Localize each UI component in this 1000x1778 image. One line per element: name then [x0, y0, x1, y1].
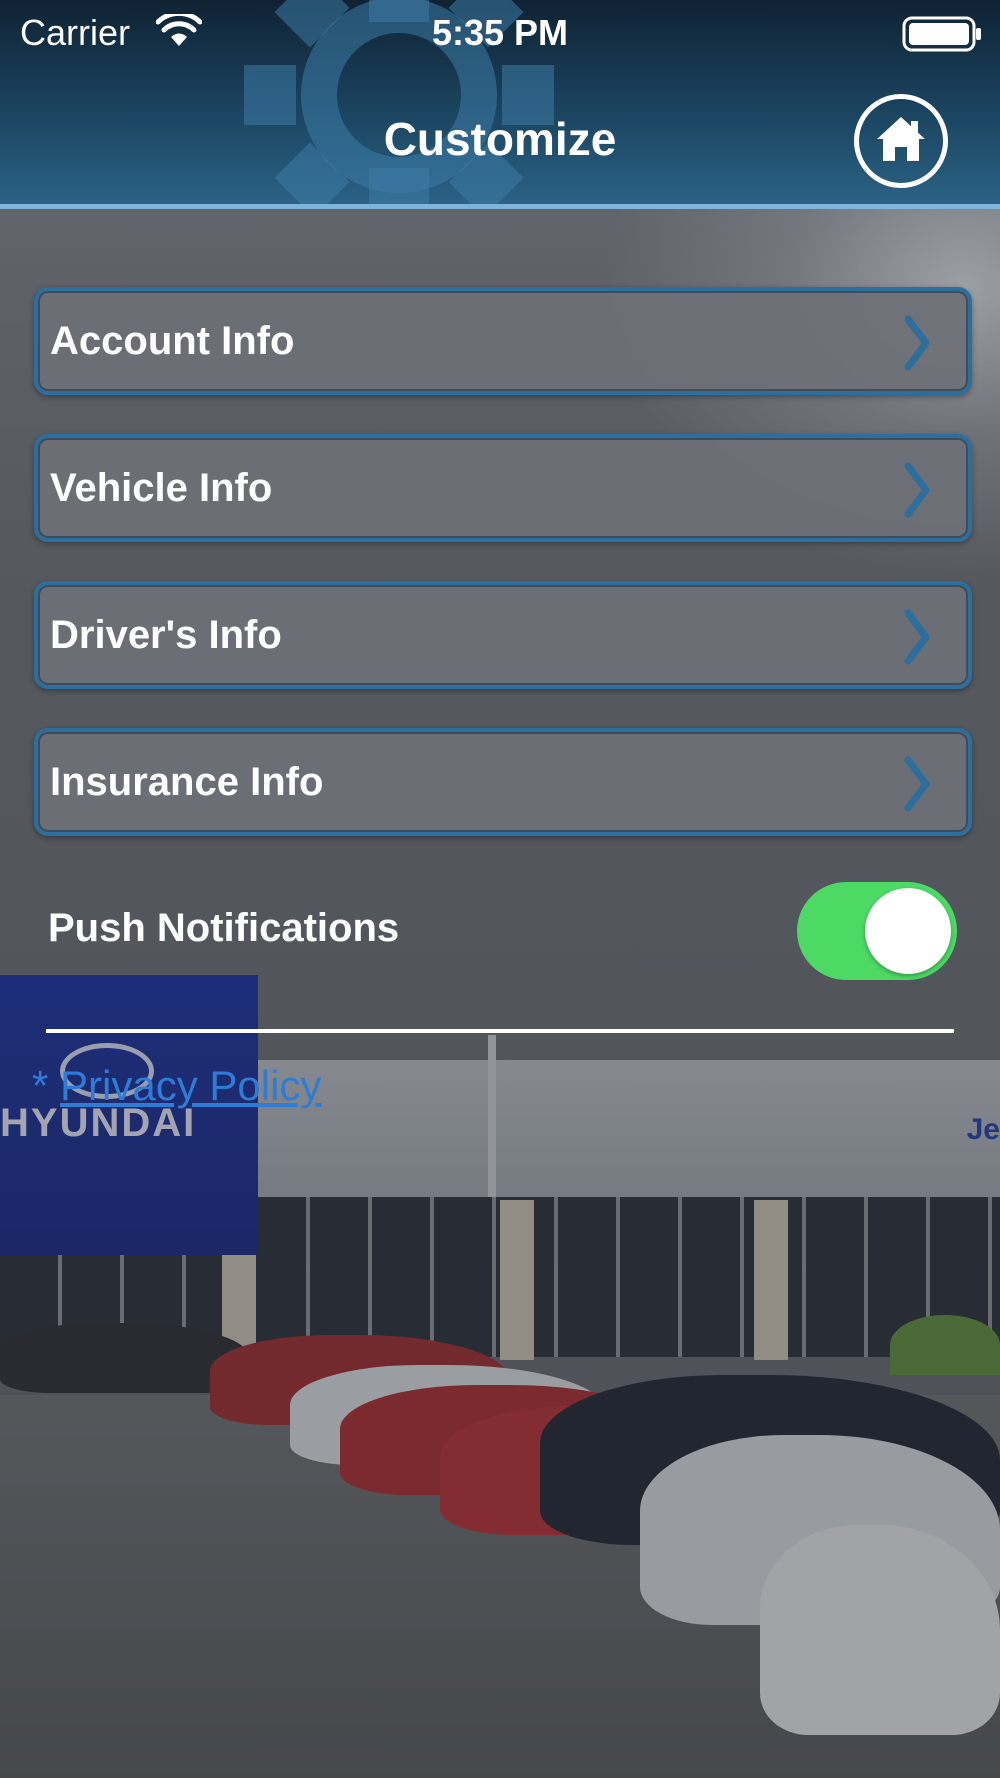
status-time: 5:35 PM — [431, 12, 569, 53]
chevron-right-icon — [904, 462, 930, 518]
menu-item-label: Driver's Info — [50, 613, 282, 657]
chevron-right-icon — [904, 756, 930, 812]
push-notifications-label: Push Notifications — [48, 906, 400, 950]
nav-header: Carrier 5:35 PM Customize — [0, 0, 1000, 209]
chevron-right-icon — [904, 315, 930, 371]
menu-item-label: Account Info — [50, 319, 295, 363]
status-bar: Carrier 5:35 PM — [0, 0, 1000, 64]
home-button[interactable] — [854, 94, 948, 188]
menu-item-vehicle-info[interactable]: Vehicle Info — [34, 434, 972, 542]
menu-item-label: Vehicle Info — [50, 466, 273, 510]
page-title: Customize — [383, 113, 617, 165]
chevron-right-icon — [904, 609, 930, 665]
menu-item-insurance-info[interactable]: Insurance Info — [34, 728, 972, 836]
battery-icon — [902, 16, 981, 52]
toggle-knob — [865, 888, 951, 974]
privacy-policy-row: * Privacy Policy — [32, 1062, 321, 1110]
privacy-asterisk: * — [32, 1062, 49, 1109]
menu-item-account-info[interactable]: Account Info — [34, 287, 972, 395]
menu-item-label: Insurance Info — [50, 760, 324, 804]
app-screen: Je HYUNDAI Carrier 5:35 PM Customize Acc… — [0, 0, 1000, 1778]
divider — [46, 1029, 954, 1033]
menu-item-drivers-info[interactable]: Driver's Info — [34, 581, 972, 689]
privacy-policy-link[interactable]: Privacy Policy — [60, 1062, 321, 1109]
home-icon — [877, 117, 925, 161]
push-notifications-toggle[interactable] — [797, 882, 957, 980]
